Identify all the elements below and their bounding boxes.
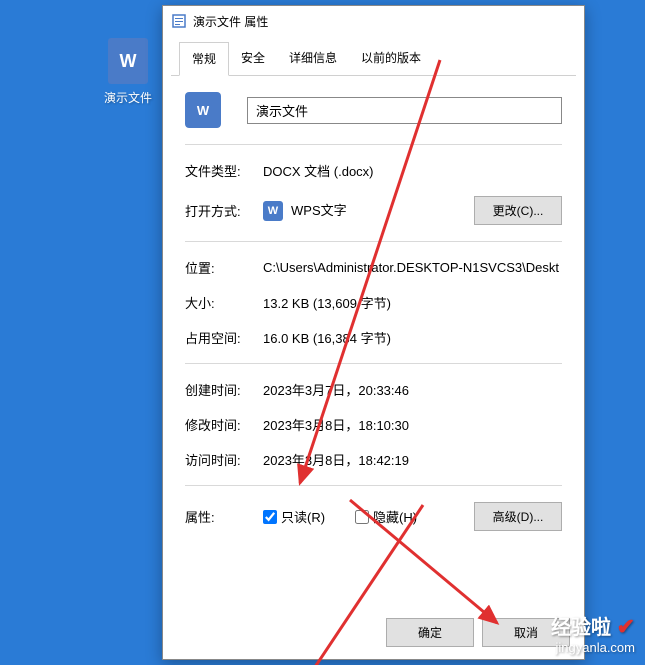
value-file-type: DOCX 文档 (.docx) (263, 161, 562, 180)
watermark: 经验啦 ✔ jingyanla.com (551, 611, 635, 655)
watermark-title: 经验啦 (551, 617, 611, 639)
readonly-checkbox-wrap[interactable]: 只读(R) (263, 507, 325, 526)
label-accessed: 访问时间: (185, 450, 263, 469)
dialog-title: 演示文件 属性 (193, 13, 268, 30)
wps-icon: W (263, 201, 283, 221)
label-size: 大小: (185, 293, 263, 312)
value-size: 13.2 KB (13,609 字节) (263, 293, 562, 312)
value-disk: 16.0 KB (16,384 字节) (263, 328, 562, 347)
label-disk: 占用空间: (185, 328, 263, 347)
label-modified: 修改时间: (185, 415, 263, 434)
desktop-shortcut[interactable]: W 演示文件 (96, 38, 160, 106)
filename-input[interactable] (247, 97, 562, 124)
properties-dialog: 演示文件 属性 常规 安全 详细信息 以前的版本 W 文件类型: DOCX 文档… (162, 5, 585, 660)
tab-details[interactable]: 详细信息 (277, 42, 349, 75)
word-file-icon: W (108, 38, 148, 84)
button-bar: 确定 取消 (163, 606, 584, 659)
label-attributes: 属性: (185, 507, 263, 526)
value-created: 2023年3月7日，20:33:46 (263, 380, 562, 399)
readonly-label: 只读(R) (281, 507, 325, 526)
value-modified: 2023年3月8日，18:10:30 (263, 415, 562, 434)
titlebar-icon (171, 13, 187, 29)
divider (185, 144, 562, 145)
ok-button[interactable]: 确定 (386, 618, 474, 647)
hidden-checkbox-wrap[interactable]: 隐藏(H) (355, 507, 417, 526)
readonly-checkbox[interactable] (263, 510, 277, 524)
file-type-icon: W (185, 92, 221, 128)
divider (185, 485, 562, 486)
watermark-url: jingyanla.com (551, 640, 635, 655)
label-open-with: 打开方式: (185, 201, 263, 220)
label-location: 位置: (185, 258, 263, 277)
advanced-button[interactable]: 高级(D)... (474, 502, 562, 531)
value-open-with: WWPS文字 (263, 200, 474, 222)
tab-content: W 文件类型: DOCX 文档 (.docx) 打开方式: WWPS文字 更改(… (163, 76, 584, 606)
hidden-label: 隐藏(H) (373, 507, 417, 526)
tabbar: 常规 安全 详细信息 以前的版本 (171, 42, 576, 76)
label-file-type: 文件类型: (185, 161, 263, 180)
label-created: 创建时间: (185, 380, 263, 399)
hidden-checkbox[interactable] (355, 510, 369, 524)
tab-security[interactable]: 安全 (229, 42, 277, 75)
checkmark-icon: ✔ (617, 614, 635, 639)
titlebar[interactable]: 演示文件 属性 (163, 6, 584, 36)
desktop-icon-label: 演示文件 (96, 89, 160, 106)
divider (185, 241, 562, 242)
value-accessed: 2023年3月8日，18:42:19 (263, 450, 562, 469)
tab-general[interactable]: 常规 (179, 42, 229, 76)
divider (185, 363, 562, 364)
tab-previous[interactable]: 以前的版本 (349, 42, 433, 75)
value-location: C:\Users\Administrator.DESKTOP-N1SVCS3\D… (263, 260, 562, 275)
change-button[interactable]: 更改(C)... (474, 196, 562, 225)
